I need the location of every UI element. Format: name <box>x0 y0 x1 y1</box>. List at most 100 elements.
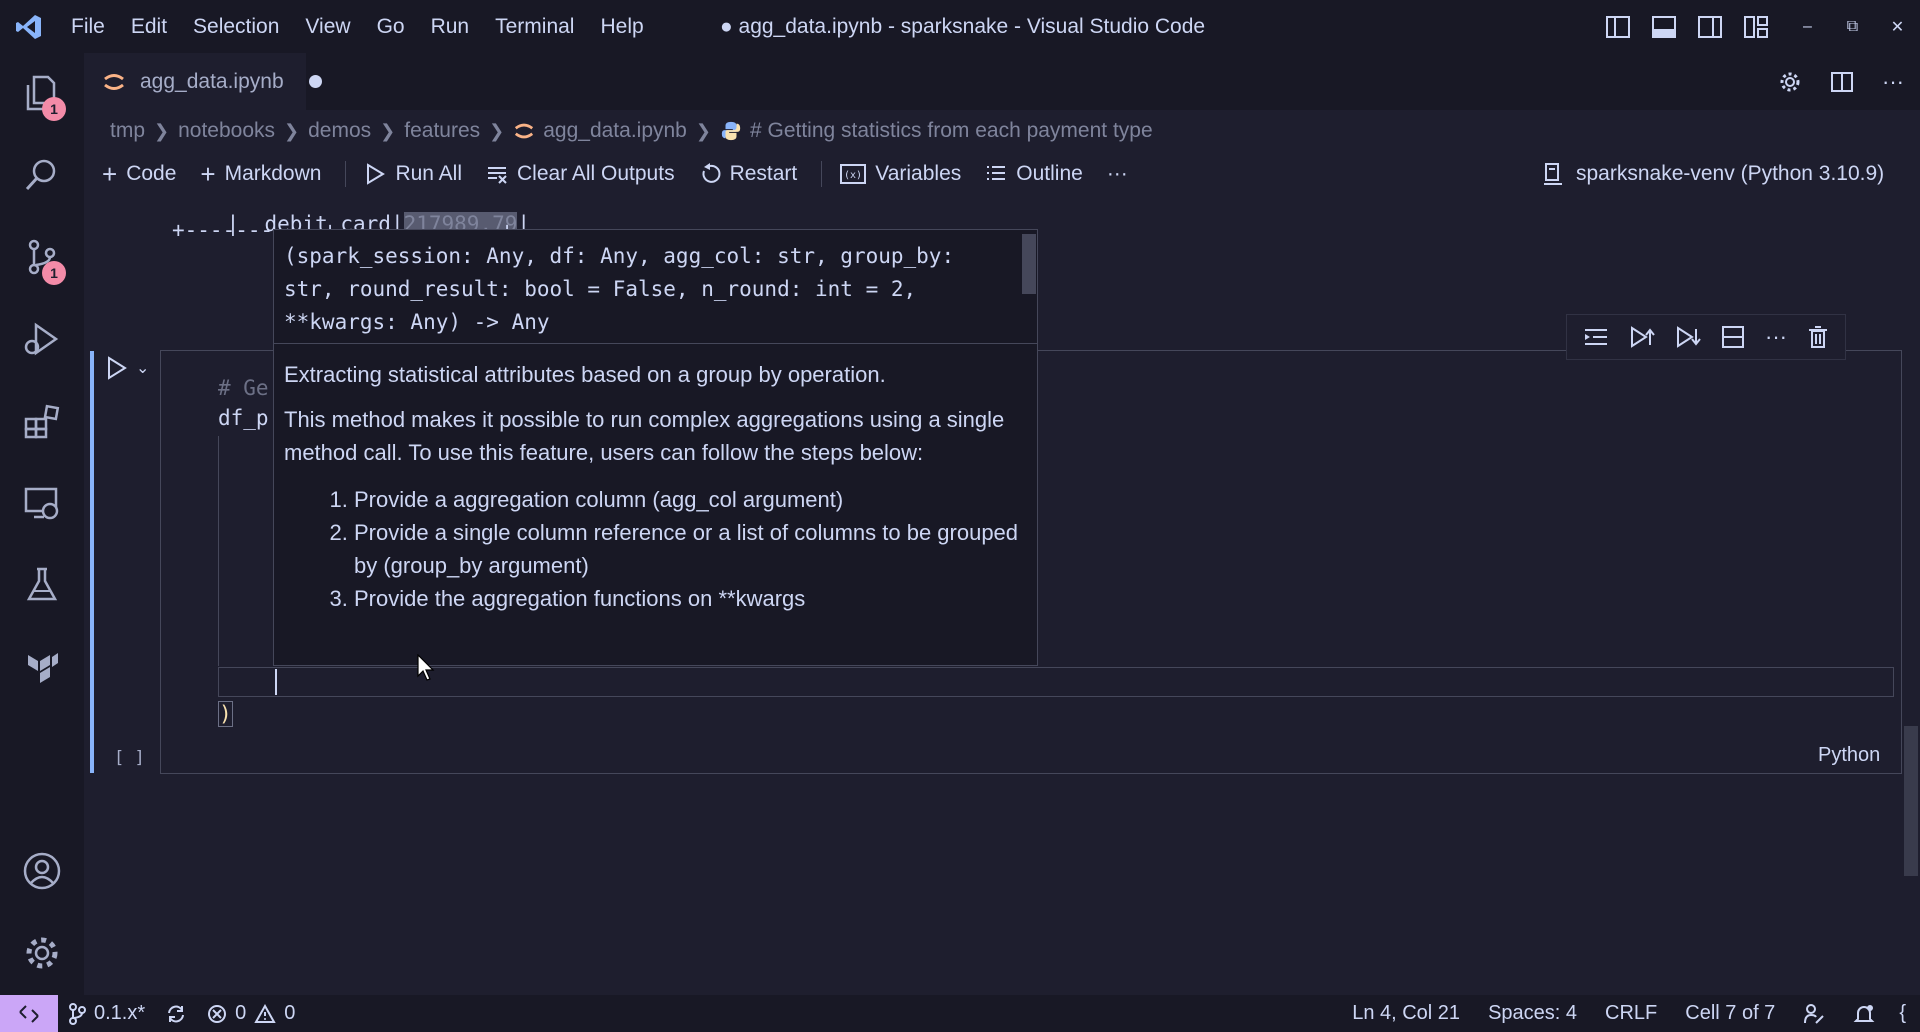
remote-explorer-icon[interactable] <box>0 467 84 539</box>
run-all-button[interactable]: Run All <box>364 162 462 186</box>
tooltip-scrollbar[interactable] <box>1022 234 1036 294</box>
settings-gear-icon[interactable] <box>0 917 84 989</box>
execute-cell-below-icon[interactable] <box>1675 325 1701 349</box>
restart-button[interactable]: Restart <box>699 162 797 186</box>
cell-indicator[interactable]: Cell 7 of 7 <box>1671 995 1789 1032</box>
split-cell-icon[interactable] <box>1721 325 1745 349</box>
closing-paren: ) <box>218 701 233 727</box>
doc-paragraph: This method makes it possible to run com… <box>284 407 1005 465</box>
json-language-icon[interactable]: { <box>1889 995 1920 1032</box>
tab-bar: agg_data.ipynb ··· <box>84 53 1920 110</box>
menu-terminal[interactable]: Terminal <box>482 0 587 53</box>
crumb-tmp[interactable]: tmp <box>110 119 145 143</box>
kernel-picker[interactable]: sparksnake-venv (Python 3.10.9) <box>1542 152 1884 196</box>
python-icon <box>721 121 741 141</box>
window-controls: – ⧉ ✕ <box>1785 0 1920 53</box>
terraform-icon[interactable] <box>0 631 84 703</box>
testing-icon[interactable] <box>0 549 84 621</box>
toolbar-more-button[interactable]: ··· <box>1107 162 1128 186</box>
toggle-primary-sidebar-icon[interactable] <box>1605 15 1631 39</box>
code-comment: # Ge <box>218 376 269 400</box>
cell-toolbar: ··· <box>1566 314 1846 360</box>
run-options-chevron-icon[interactable]: ⌄ <box>136 358 149 378</box>
menu-bar: File Edit Selection View Go Run Terminal… <box>58 0 657 53</box>
menu-view[interactable]: View <box>292 0 363 53</box>
plus-icon: + <box>102 158 118 189</box>
add-markdown-cell-button[interactable]: + Markdown <box>200 159 321 190</box>
run-cell-button[interactable] <box>106 356 128 385</box>
crumb-notebooks[interactable]: notebooks <box>178 119 275 143</box>
git-branch-status[interactable]: 0.1.x* <box>58 995 155 1032</box>
crumb-demos[interactable]: demos <box>308 119 371 143</box>
minimize-icon[interactable]: – <box>1785 0 1830 53</box>
code-label: Code <box>126 162 177 185</box>
split-editor-icon[interactable] <box>1830 70 1854 94</box>
play-icon <box>108 356 127 380</box>
end-of-line[interactable]: CRLF <box>1591 995 1671 1032</box>
chevron-right-icon: ❯ <box>695 120 711 141</box>
menu-go[interactable]: Go <box>364 0 418 53</box>
cursor-position[interactable]: Ln 4, Col 21 <box>1338 995 1474 1032</box>
code-line: df_p <box>218 406 269 430</box>
menu-selection[interactable]: Selection <box>180 0 292 53</box>
extensions-icon[interactable] <box>0 385 84 457</box>
toggle-secondary-sidebar-icon[interactable] <box>1697 15 1723 39</box>
more-actions-icon[interactable]: ··· <box>1882 69 1904 95</box>
doc-step: Provide the aggregation functions on **k… <box>354 582 1025 615</box>
clear-all-outputs-button[interactable]: Clear All Outputs <box>486 162 675 186</box>
restore-icon[interactable]: ⧉ <box>1830 0 1875 53</box>
chevron-right-icon: ❯ <box>489 120 505 141</box>
breadcrumb: tmp ❯ notebooks ❯ demos ❯ features ❯ agg… <box>84 110 1920 152</box>
crumb-symbol[interactable]: # Getting statistics from each payment t… <box>750 119 1153 143</box>
sync-button[interactable] <box>155 995 197 1032</box>
markdown-label: Markdown <box>224 162 322 185</box>
toggle-panel-icon[interactable] <box>1651 15 1677 39</box>
outline-button[interactable]: Outline <box>985 162 1083 186</box>
close-icon[interactable]: ✕ <box>1875 0 1920 53</box>
error-count: 0 <box>235 1002 247 1024</box>
explorer-icon[interactable]: 1 <box>0 57 84 129</box>
crumb-features[interactable]: features <box>404 119 480 143</box>
svg-text:(x): (x) <box>844 170 862 181</box>
signature-line: (spark_session: Any, df: Any, agg_col: s… <box>284 244 955 268</box>
menu-help[interactable]: Help <box>587 0 656 53</box>
more-icon: ··· <box>1106 162 1128 185</box>
delete-cell-icon[interactable] <box>1807 325 1829 349</box>
run-debug-icon[interactable] <box>0 303 84 375</box>
execute-cell-above-icon[interactable] <box>1629 325 1655 349</box>
unsaved-dot-icon[interactable] <box>309 75 322 88</box>
chevron-right-icon: ❯ <box>154 120 170 141</box>
variables-button[interactable]: (x) Variables <box>840 162 961 186</box>
plus-icon: + <box>200 158 216 189</box>
feedback-icon[interactable] <box>1789 995 1839 1032</box>
problems-status[interactable]: 0 0 <box>197 995 305 1032</box>
notifications-bell-icon[interactable] <box>1839 995 1889 1032</box>
cell-language-picker[interactable]: Python <box>1818 744 1880 767</box>
scm-badge: 1 <box>42 261 66 285</box>
signature-line: str, round_result: bool = False, n_round… <box>284 277 917 301</box>
editor-actions: ··· <box>1778 53 1904 110</box>
menu-run[interactable]: Run <box>418 0 483 53</box>
execute-above-icon[interactable] <box>1583 326 1609 348</box>
notebook-settings-icon[interactable] <box>1778 70 1802 94</box>
search-icon[interactable] <box>0 139 84 211</box>
current-line-highlight <box>218 667 1894 697</box>
accounts-icon[interactable] <box>0 835 84 907</box>
add-code-cell-button[interactable]: + Code <box>102 159 176 190</box>
indent-guide <box>218 436 219 666</box>
crumb-file[interactable]: agg_data.ipynb <box>543 119 687 143</box>
doc-steps: Provide a aggregation column (agg_col ar… <box>284 483 1025 615</box>
remote-indicator-icon[interactable] <box>0 995 58 1032</box>
indentation[interactable]: Spaces: 4 <box>1474 995 1591 1032</box>
tab-agg-data[interactable]: agg_data.ipynb <box>84 53 306 110</box>
sync-icon <box>168 1005 185 1022</box>
menu-file[interactable]: File <box>58 0 118 53</box>
layout-controls <box>1605 0 1769 53</box>
cell-more-icon[interactable]: ··· <box>1765 324 1787 350</box>
source-control-icon[interactable]: 1 <box>0 221 84 293</box>
editor-scrollbar[interactable] <box>1904 726 1918 876</box>
jupyter-icon <box>104 73 124 90</box>
menu-edit[interactable]: Edit <box>118 0 180 53</box>
customize-layout-icon[interactable] <box>1743 15 1769 39</box>
execution-count: [ ] <box>114 748 145 768</box>
